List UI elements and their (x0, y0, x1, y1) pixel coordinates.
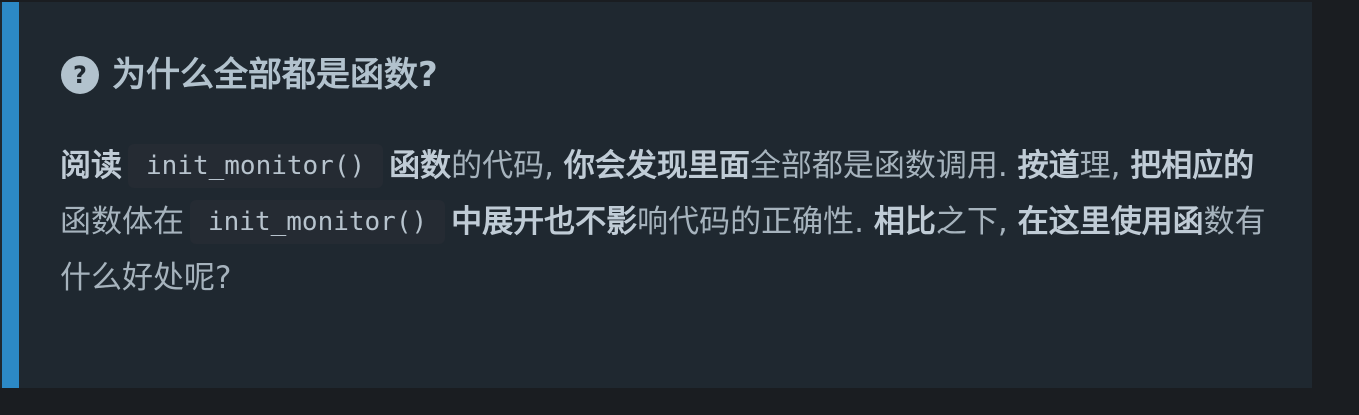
body-text-bold: 相比 (873, 204, 936, 240)
callout-accent-bar (2, 2, 19, 388)
body-text-bold: 你会发现里面 (563, 148, 750, 184)
callout-body: 阅读 init_monitor() 函数的代码, 你会发现里面全部都是函数调用. 按… (60, 138, 1270, 306)
question-callout: ? 为什么全部都是函数? 阅读 init_monitor() 函数的代码, 你会发现… (0, 2, 1312, 388)
body-text-bold: 中展开也不影 (451, 204, 638, 240)
callout-title-text: 为什么全部都是函数? (112, 55, 438, 95)
body-text: 全部都是函数调用. (749, 148, 1018, 184)
body-text: 响代码的正确性. (637, 204, 874, 240)
inline-code: init_monitor() (128, 144, 384, 188)
body-text: 的代码, (451, 148, 564, 184)
body-text: 之下, (935, 204, 1018, 240)
svg-text:?: ? (73, 61, 87, 89)
body-text-bold: 函数 (389, 148, 452, 184)
body-text-bold: 把相应的 (1130, 148, 1255, 184)
body-text-bold: 按道 (1017, 148, 1080, 184)
body-text: 函数体在 (60, 204, 184, 240)
body-text: 理, (1079, 148, 1131, 184)
inline-code: init_monitor() (190, 200, 446, 244)
question-circle-icon: ? (60, 55, 100, 95)
body-text-bold: 在这里使用函 (1017, 204, 1204, 240)
body-text-bold: 阅读 (60, 148, 122, 184)
callout-title: ? 为什么全部都是函数? (60, 50, 438, 100)
